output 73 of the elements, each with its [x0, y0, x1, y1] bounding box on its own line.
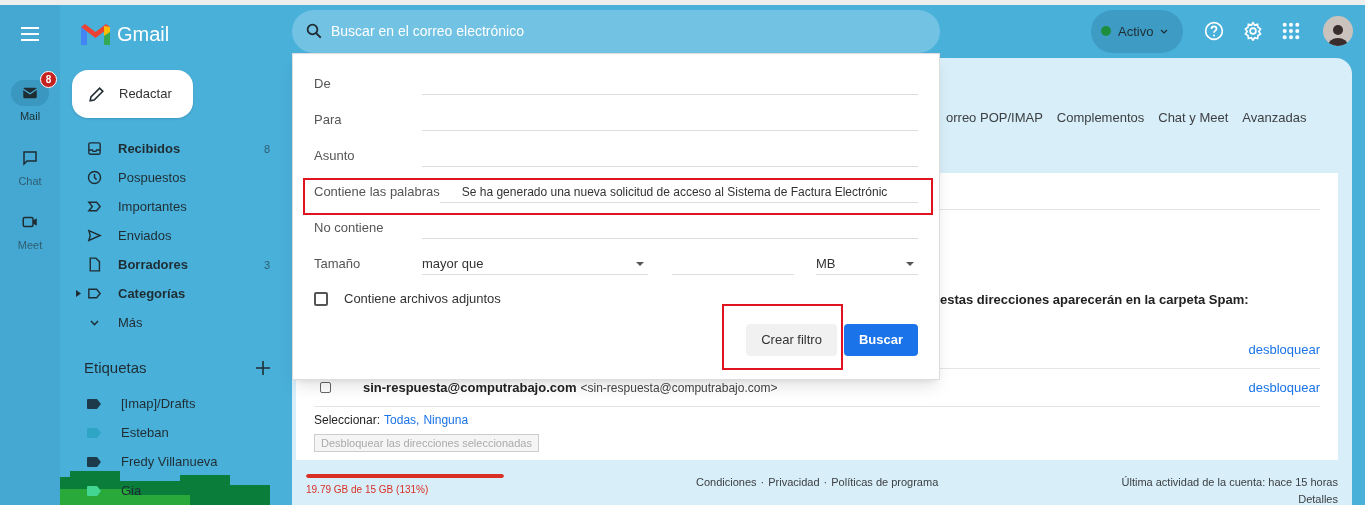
plus-icon: [256, 361, 270, 376]
settings-tab[interactable]: orreo POP/IMAP: [946, 108, 1043, 128]
compose-button[interactable]: Redactar: [72, 70, 193, 119]
settings-tab[interactable]: Complementos: [1056, 108, 1145, 128]
label-item[interactable]: [Imap]/Drafts: [60, 389, 292, 418]
settings-tab[interactable]: Chat y Meet: [1158, 108, 1229, 128]
checkbox[interactable]: [320, 382, 331, 393]
app-name: Gmail: [117, 22, 170, 47]
rail-label: Chat: [18, 173, 42, 189]
search-field[interactable]: Buscar en el correo electrónico: [292, 9, 940, 53]
field-label: De: [314, 74, 332, 93]
storage-text: 19.79 GB de 15 GB (131%): [306, 483, 430, 495]
unread-count: 8: [263, 141, 270, 157]
sender-address: <sin-respuesta@computrabajo.com>: [580, 379, 778, 397]
section-text: estas direcciones aparecerán en la carpeta Spam:: [940, 290, 1249, 309]
help-icon: [1204, 21, 1224, 42]
apps-button[interactable]: [1282, 22, 1300, 41]
footer-link[interactable]: Privacidad: [768, 473, 820, 490]
caret-icon: [906, 261, 914, 266]
inbox-icon: [86, 140, 103, 158]
settings-tab[interactable]: Avanzadas: [1242, 108, 1307, 128]
sidebar-item[interactable]: Importantes: [60, 192, 292, 222]
footer-link[interactable]: Condiciones: [696, 473, 757, 490]
search-button[interactable]: Buscar: [843, 323, 918, 356]
unit-dropdown[interactable]: MB: [816, 253, 918, 275]
field-label: Tamaño: [314, 254, 362, 273]
apps-grid-icon: [1282, 22, 1300, 41]
separator-dot: ·: [760, 474, 765, 490]
add-label-button[interactable]: [256, 360, 272, 377]
settings-icon: [1243, 21, 1263, 42]
field-label: Contiene las palabras: [314, 182, 440, 201]
checkbox-label: Contiene archivos adjuntos: [344, 290, 501, 308]
search-icon: [305, 21, 323, 40]
rail-label: Meet: [17, 238, 43, 253]
separator-dot: ·: [823, 474, 828, 490]
field-label: Asunto: [314, 146, 356, 165]
caret-icon: [1160, 28, 1169, 34]
sidebar-item[interactable]: Categorías: [60, 279, 292, 309]
create-filter-button[interactable]: Crear filtro: [746, 323, 837, 356]
sidebar-item[interactable]: Borradores 3: [60, 250, 292, 280]
select-link[interactable]: Ninguna: [423, 411, 469, 429]
separator-comma: ,: [416, 412, 420, 429]
label-item[interactable]: Fredy Villanueva: [60, 447, 292, 476]
menu-icon: [20, 26, 40, 42]
details-link[interactable]: Detalles: [1298, 494, 1338, 505]
label-item[interactable]: Esteban: [60, 418, 292, 447]
section-heading: Etiquetas: [84, 357, 147, 378]
footer-link[interactable]: Políticas de programa: [831, 473, 939, 490]
unblock-link[interactable]: desbloquear: [1248, 339, 1320, 360]
envelope-m-logo-icon: [81, 23, 110, 45]
chat-bubble-icon: [21, 148, 39, 167]
field-label: Para: [314, 110, 343, 129]
settings-button[interactable]: [1243, 21, 1263, 42]
rail-label: Mail: [19, 109, 41, 124]
sidebar-item[interactable]: Pospuestos: [60, 163, 292, 193]
clock-icon: [86, 169, 103, 187]
pencil-icon: [87, 84, 106, 104]
sidebar-item[interactable]: Enviados: [60, 221, 292, 251]
operator-dropdown[interactable]: mayor que: [422, 253, 648, 275]
sender-name: sin-respuesta@computrabajo.com: [363, 378, 577, 397]
caret-icon: [636, 261, 644, 266]
sidebar-item[interactable]: Más: [60, 308, 292, 338]
unread-count: 3: [263, 257, 270, 273]
checkbox[interactable]: [314, 291, 328, 306]
select-label: Seleccionar:: [314, 412, 381, 429]
sidebar-item[interactable]: Recibidos 8: [60, 134, 292, 164]
help-button[interactable]: [1204, 21, 1224, 42]
activity-text: Última actividad de la cuenta: hace 15 horas: [1121, 474, 1338, 490]
expand-arrow-icon[interactable]: [76, 290, 81, 298]
notification-count: 8: [40, 71, 57, 88]
unblock-link[interactable]: desbloquear: [1248, 377, 1320, 398]
input-field[interactable]: Se ha generado una nueva solicitud de acceso al Sistema de Factura Electrónic: [439, 181, 918, 203]
field-label: No contiene: [314, 218, 385, 237]
